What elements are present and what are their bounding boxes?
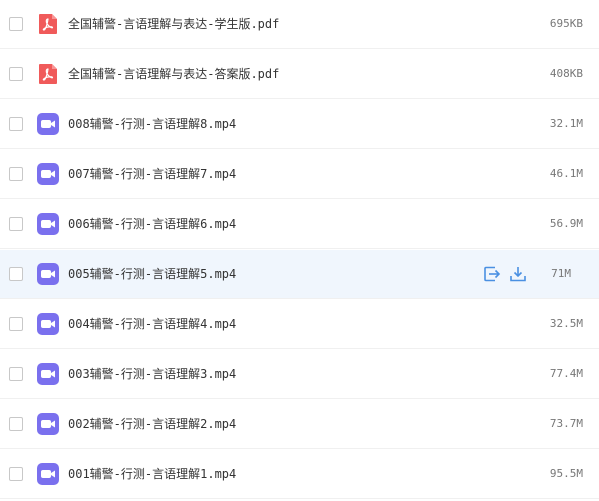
row-checkbox[interactable] — [9, 417, 23, 431]
file-name[interactable]: 002辅警-行测-言语理解2.mp4 — [68, 414, 236, 434]
file-name[interactable]: 008辅警-行测-言语理解8.mp4 — [68, 114, 236, 134]
file-size: 73.7M — [549, 417, 583, 430]
video-icon — [37, 113, 59, 135]
row-checkbox[interactable] — [9, 17, 23, 31]
file-row[interactable]: 全国辅警-言语理解与表达-答案版.pdf 408KB — [0, 50, 599, 99]
file-size: 32.1M — [549, 117, 583, 130]
file-row[interactable]: 007辅警-行测-言语理解7.mp4 46.1M — [0, 150, 599, 199]
file-row[interactable]: 003辅警-行测-言语理解3.mp4 77.4M — [0, 350, 599, 399]
file-size: 71M — [551, 267, 571, 280]
file-row[interactable]: 002辅警-行测-言语理解2.mp4 73.7M — [0, 400, 599, 449]
file-name[interactable]: 全国辅警-言语理解与表达-答案版.pdf — [68, 64, 279, 84]
file-size: 95.5M — [549, 467, 583, 480]
file-row[interactable]: 008辅警-行测-言语理解8.mp4 32.1M — [0, 100, 599, 149]
video-icon — [37, 163, 59, 185]
pdf-icon — [39, 14, 57, 34]
video-icon — [37, 213, 59, 235]
row-checkbox[interactable] — [9, 67, 23, 81]
file-name[interactable]: 005辅警-行测-言语理解5.mp4 — [68, 264, 236, 284]
file-name[interactable]: 003辅警-行测-言语理解3.mp4 — [68, 364, 236, 384]
row-checkbox[interactable] — [9, 267, 23, 281]
pdf-icon — [39, 64, 57, 84]
row-checkbox[interactable] — [9, 317, 23, 331]
download-icon[interactable] — [509, 265, 527, 283]
file-size: 32.5M — [549, 317, 583, 330]
file-name[interactable]: 006辅警-行测-言语理解6.mp4 — [68, 214, 236, 234]
file-row[interactable]: 001辅警-行测-言语理解1.mp4 95.5M — [0, 450, 599, 499]
video-icon — [37, 263, 59, 285]
row-checkbox[interactable] — [9, 467, 23, 481]
file-name[interactable]: 全国辅警-言语理解与表达-学生版.pdf — [68, 14, 279, 34]
video-icon — [37, 363, 59, 385]
file-size: 46.1M — [549, 167, 583, 180]
file-size: 56.9M — [549, 217, 583, 230]
row-checkbox[interactable] — [9, 217, 23, 231]
row-checkbox[interactable] — [9, 117, 23, 131]
video-icon — [37, 463, 59, 485]
file-row[interactable]: 005辅警-行测-言语理解5.mp4 71M — [0, 250, 599, 299]
file-size: 77.4M — [549, 367, 583, 380]
file-row[interactable]: 004辅警-行测-言语理解4.mp4 32.5M — [0, 300, 599, 349]
file-list: 全国辅警-言语理解与表达-学生版.pdf 695KB 全国辅警-言语理解与表达-… — [0, 0, 599, 501]
file-name[interactable]: 007辅警-行测-言语理解7.mp4 — [68, 164, 236, 184]
file-size: 408KB — [549, 67, 583, 80]
row-checkbox[interactable] — [9, 367, 23, 381]
file-name[interactable]: 001辅警-行测-言语理解1.mp4 — [68, 464, 236, 484]
file-row[interactable]: 全国辅警-言语理解与表达-学生版.pdf 695KB — [0, 0, 599, 49]
row-checkbox[interactable] — [9, 167, 23, 181]
video-icon — [37, 313, 59, 335]
file-name[interactable]: 004辅警-行测-言语理解4.mp4 — [68, 314, 236, 334]
video-icon — [37, 413, 59, 435]
file-size: 695KB — [549, 17, 583, 30]
share-icon[interactable] — [483, 265, 501, 283]
file-row[interactable]: 006辅警-行测-言语理解6.mp4 56.9M — [0, 200, 599, 249]
